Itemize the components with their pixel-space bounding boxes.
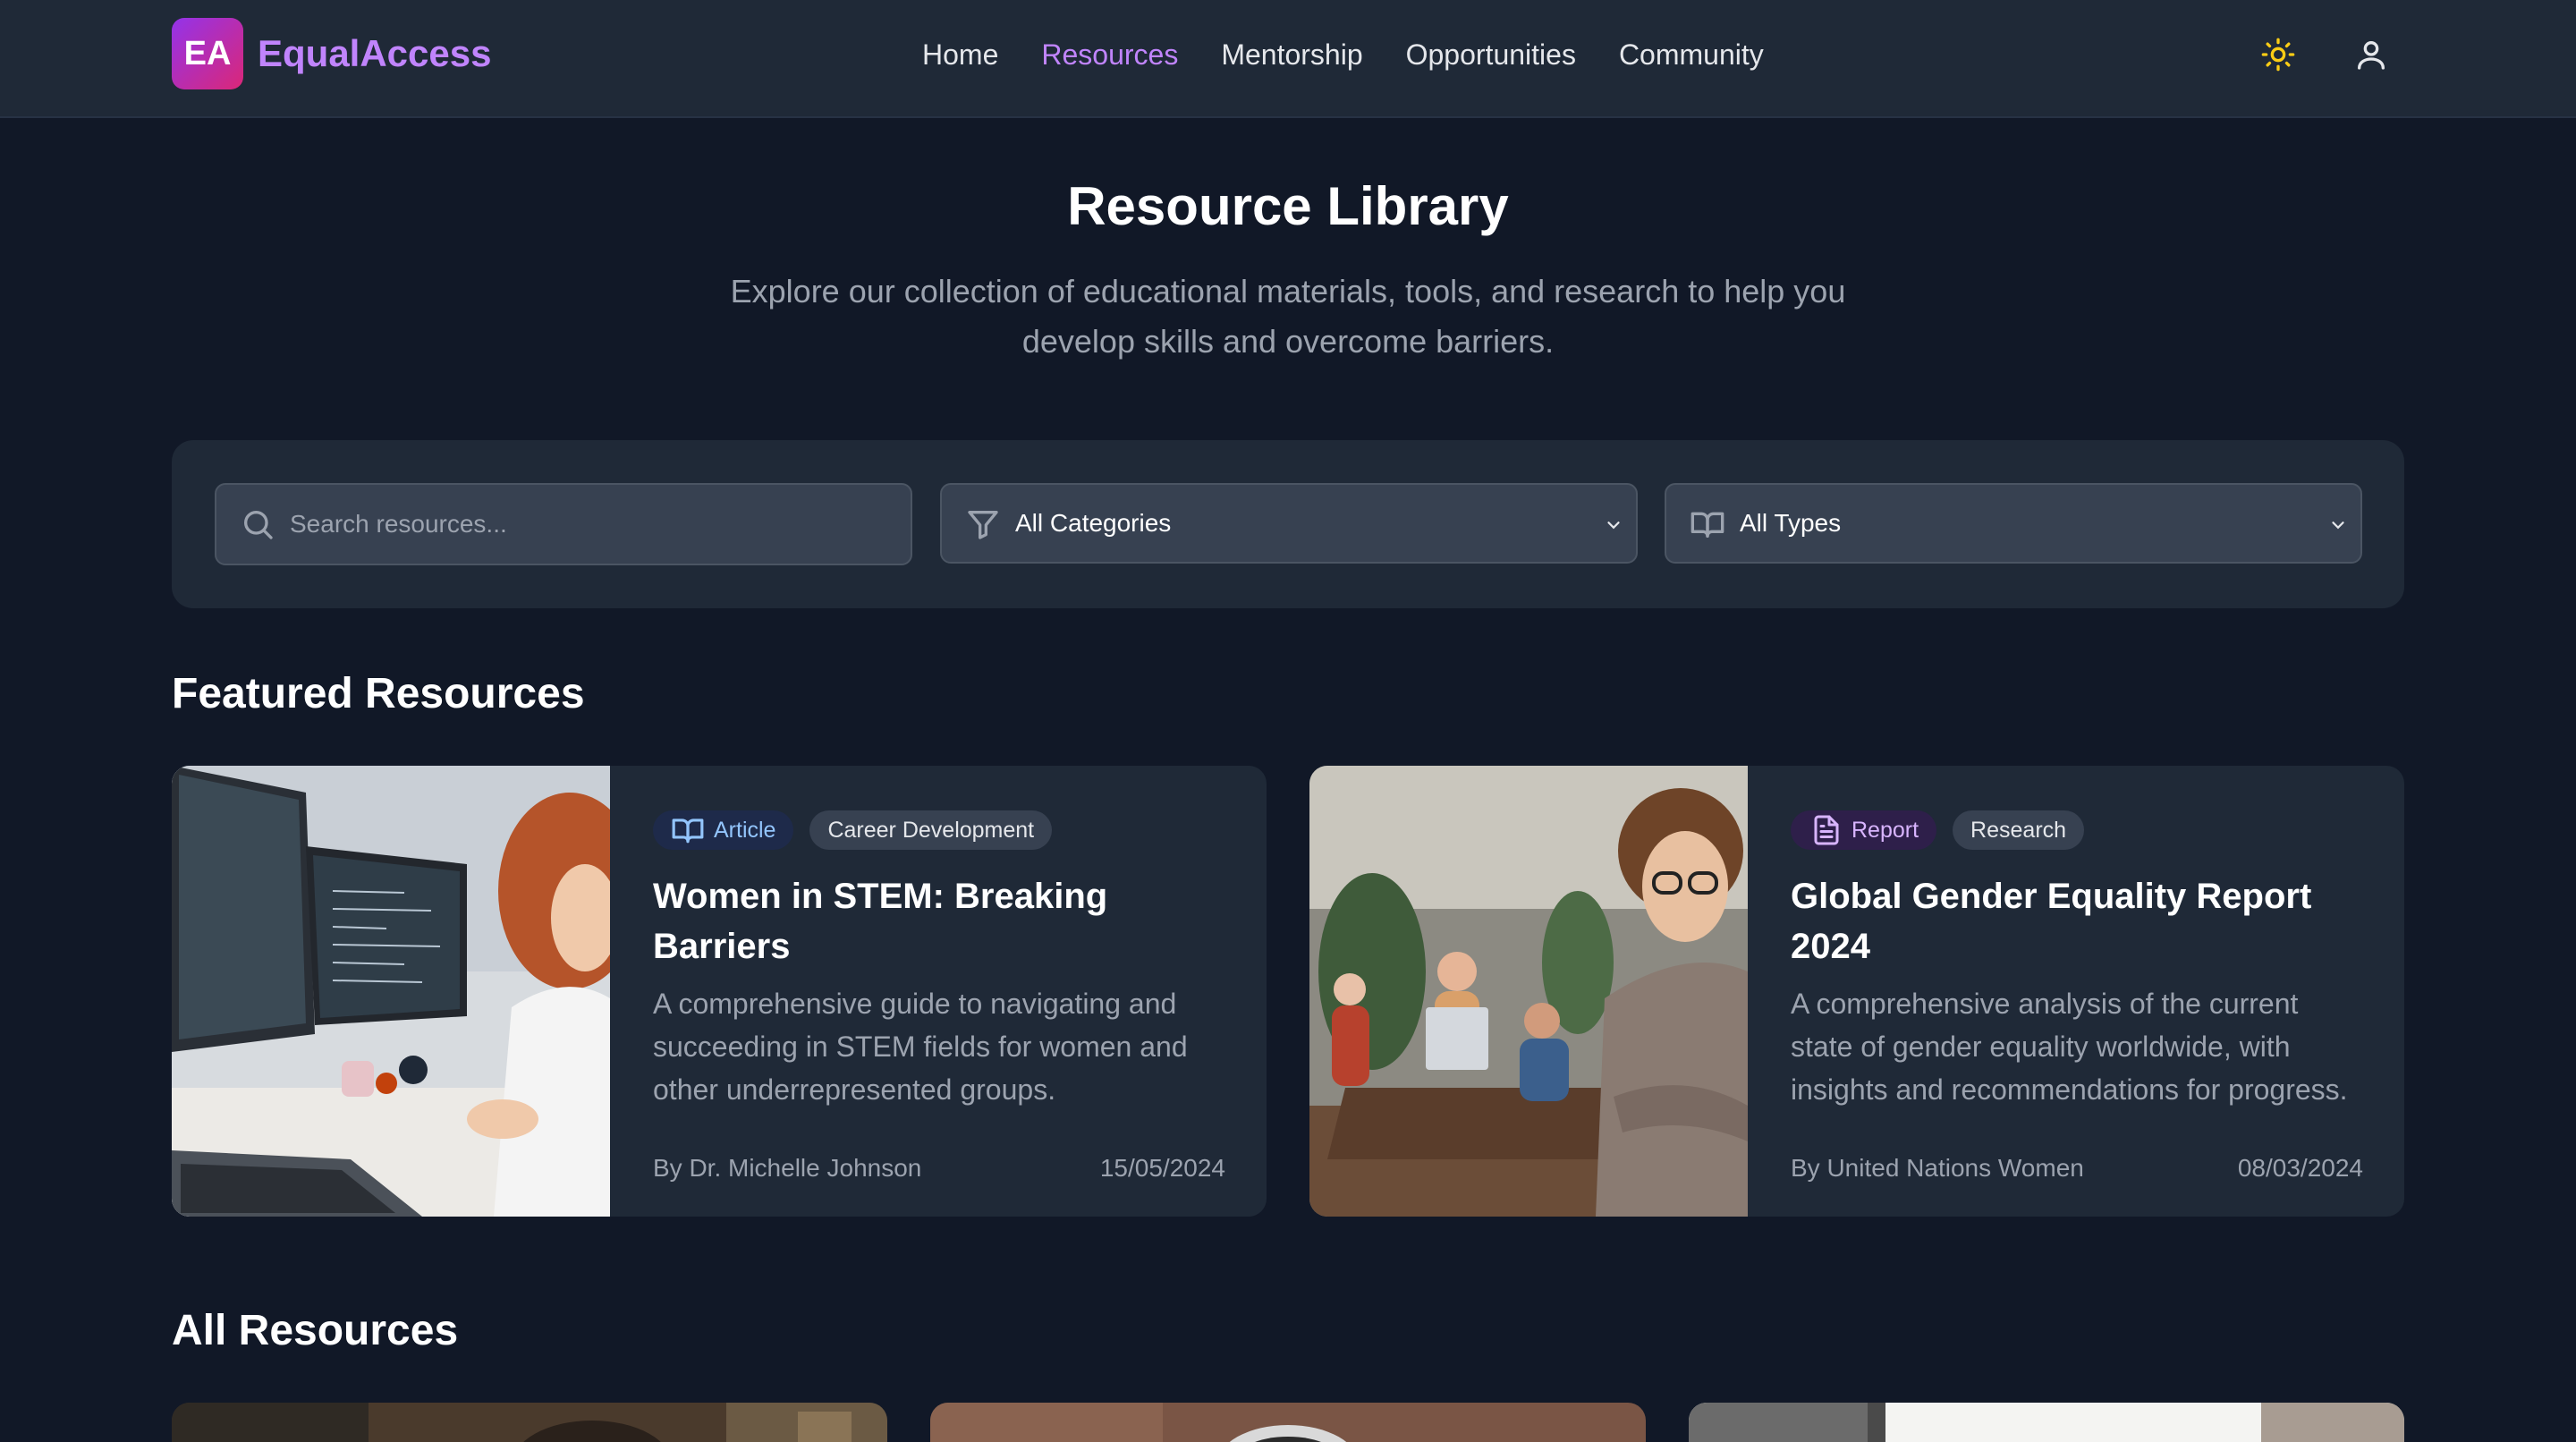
search-placeholder: Search resources... xyxy=(290,510,507,538)
type-badge: Article xyxy=(653,810,794,850)
page-title: Resource Library xyxy=(1067,176,1509,236)
brand-name: EqualAccess xyxy=(258,32,492,74)
file-text-icon xyxy=(1814,815,1839,845)
card-description: A comprehensive guide to navigating and … xyxy=(653,988,1188,1106)
type-select-value: All Types xyxy=(1740,509,1842,537)
resource-card[interactable] xyxy=(172,1403,887,1442)
nav-mentorship[interactable]: Mentorship xyxy=(1221,38,1362,72)
category-select-value: All Categories xyxy=(1015,509,1172,537)
card-footer: By United Nations Women 08/03/2024 xyxy=(1791,1150,2363,1186)
card-title[interactable]: Women in STEM: Breaking Barriers xyxy=(653,871,1225,971)
card-badges: Report Research xyxy=(1791,810,2363,850)
search-input[interactable]: Search resources... xyxy=(215,483,912,565)
type-select[interactable]: All Types xyxy=(1665,483,2362,564)
featured-card[interactable]: Article Career Development Women in STEM… xyxy=(172,766,1267,1217)
sun-icon xyxy=(2261,38,2295,72)
chevron-down-icon xyxy=(1607,522,1620,530)
theme-toggle-button[interactable] xyxy=(2256,32,2301,77)
card-body: Article Career Development Women in STEM… xyxy=(653,810,1225,1186)
card-description: A comprehensive analysis of the current … xyxy=(1791,988,2348,1106)
category-select[interactable]: All Categories xyxy=(940,483,1638,564)
nav-opportunities[interactable]: Opportunities xyxy=(1406,38,1576,72)
page-subtitle: Explore our collection of educational ma… xyxy=(730,273,1846,360)
card-footer: By Dr. Michelle Johnson 15/05/2024 xyxy=(653,1150,1225,1186)
card-image xyxy=(1689,1403,2404,1442)
brand-logo-mark: EA xyxy=(172,18,243,89)
user-account-button[interactable] xyxy=(2349,32,2394,77)
category-badge: Career Development xyxy=(809,810,1053,850)
brand-logo-link[interactable]: EA EqualAccess xyxy=(172,18,491,89)
card-badges: Article Career Development xyxy=(653,810,1225,850)
card-date: 15/05/2024 xyxy=(1099,1154,1225,1182)
search-icon xyxy=(244,511,273,539)
resource-card[interactable] xyxy=(930,1403,1646,1442)
type-badge-label: Article xyxy=(714,817,776,843)
featured-heading: Featured Resources xyxy=(172,670,585,717)
resource-filter-bar: Search resources... All Categories All T… xyxy=(172,440,2404,608)
type-badge-label: Report xyxy=(1852,817,1919,843)
card-author: By United Nations Women xyxy=(1791,1154,2084,1182)
card-body: Report Research Global Gender Equality R… xyxy=(1791,810,2363,1186)
card-title[interactable]: Global Gender Equality Report 2024 xyxy=(1791,871,2363,971)
type-badge: Report xyxy=(1791,810,1937,850)
main-nav: Home Resources Mentorship Opportunities … xyxy=(922,32,1764,77)
card-image xyxy=(172,1403,887,1442)
featured-card[interactable]: Report Research Global Gender Equality R… xyxy=(1309,766,2404,1217)
nav-community[interactable]: Community xyxy=(1619,38,1764,72)
book-open-icon xyxy=(672,819,704,844)
filter-icon xyxy=(968,511,998,539)
card-image xyxy=(1309,766,1748,1217)
chevron-down-icon xyxy=(2332,522,2344,530)
user-icon xyxy=(2358,41,2385,70)
card-author: By Dr. Michelle Johnson xyxy=(653,1154,922,1182)
card-date: 08/03/2024 xyxy=(2237,1154,2363,1182)
resource-card[interactable] xyxy=(1689,1403,2404,1442)
nav-home[interactable]: Home xyxy=(922,38,998,72)
all-resources-heading: All Resources xyxy=(172,1307,459,1354)
nav-resources[interactable]: Resources xyxy=(1041,38,1178,72)
card-image xyxy=(930,1403,1646,1442)
top-navbar: EA EqualAccess Home Resources Mentorship… xyxy=(0,0,2576,118)
book-open-icon xyxy=(1690,512,1724,538)
category-badge: Research xyxy=(1953,810,2085,850)
card-image xyxy=(172,766,610,1217)
